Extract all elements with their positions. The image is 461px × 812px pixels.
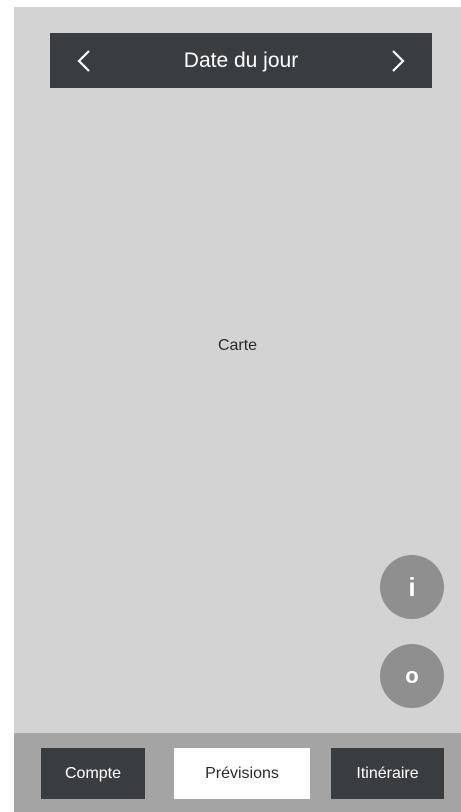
o-button-label: o: [405, 663, 419, 688]
nav-previsions-label: Prévisions: [205, 764, 279, 782]
date-title: Date du jour: [183, 48, 299, 72]
chevron-right-icon: [392, 49, 405, 72]
nav-itineraire-label: Itinéraire: [356, 764, 419, 782]
next-day-button[interactable]: [386, 46, 410, 76]
nav-compte-button[interactable]: Compte: [41, 748, 145, 799]
nav-itineraire-button[interactable]: Itinéraire: [331, 748, 444, 799]
app-screen: Date du jour Carte i o Compte Prévisions…: [14, 7, 461, 812]
date-navigation-bar: Date du jour: [50, 33, 432, 88]
info-button[interactable]: i: [380, 555, 444, 619]
previous-day-button[interactable]: [72, 46, 96, 76]
nav-previsions-button[interactable]: Prévisions: [174, 748, 310, 799]
bottom-navigation: Compte Prévisions Itinéraire: [14, 733, 461, 812]
info-icon: i: [408, 571, 416, 602]
o-button[interactable]: o: [380, 644, 444, 708]
map-placeholder-label: Carte: [217, 337, 258, 354]
nav-compte-label: Compte: [64, 764, 122, 782]
chevron-left-icon: [77, 49, 90, 72]
